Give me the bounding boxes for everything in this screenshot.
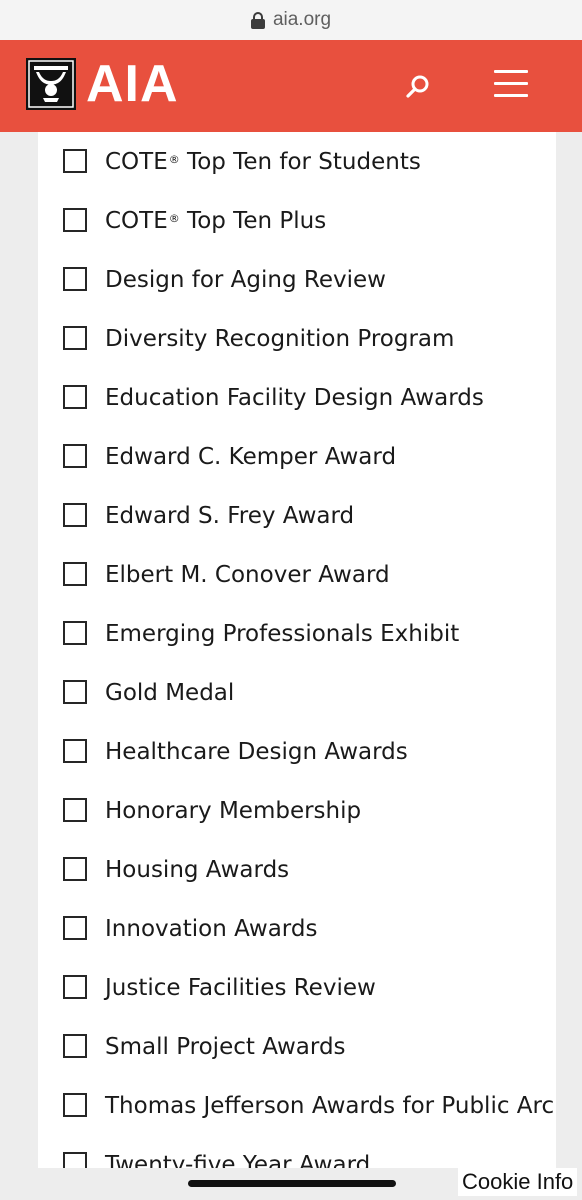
filter-label[interactable]: Small Project Awards <box>105 1033 346 1061</box>
filter-item[interactable]: Emerging Professionals Exhibit <box>38 604 556 663</box>
filter-item[interactable]: Healthcare Design Awards <box>38 722 556 781</box>
filter-checkbox[interactable] <box>63 444 87 468</box>
filter-checkbox[interactable] <box>63 385 87 409</box>
browser-url-bar[interactable]: aia.org <box>0 0 582 40</box>
filter-label[interactable]: Edward S. Frey Award <box>105 502 354 530</box>
filter-item[interactable]: Small Project Awards <box>38 1017 556 1076</box>
filter-checkbox[interactable] <box>63 680 87 704</box>
filter-checkbox[interactable] <box>63 326 87 350</box>
lock-icon <box>250 12 265 29</box>
filter-item[interactable]: Twenty-five Year Award <box>38 1135 556 1168</box>
filter-label[interactable]: Diversity Recognition Program <box>105 325 454 353</box>
filter-label[interactable]: Emerging Professionals Exhibit <box>105 620 459 648</box>
filter-label[interactable]: Gold Medal <box>105 679 234 707</box>
filter-label[interactable]: Design for Aging Review <box>105 266 386 294</box>
filter-label[interactable]: COTE® Top Ten for Students <box>105 148 421 176</box>
filter-item[interactable]: COTE® Top Ten for Students <box>38 132 556 191</box>
filter-label[interactable]: Elbert M. Conover Award <box>105 561 390 589</box>
filter-panel[interactable]: COTE® Top Ten for Students COTE® Top Ten … <box>38 132 556 1168</box>
aia-logo[interactable]: AIA <box>26 58 179 110</box>
filter-item[interactable]: Housing Awards <box>38 840 556 899</box>
filter-checkbox[interactable] <box>63 1152 87 1168</box>
filter-checkbox[interactable] <box>63 739 87 763</box>
filter-item[interactable]: Elbert M. Conover Award <box>38 545 556 604</box>
filter-checkbox[interactable] <box>63 208 87 232</box>
filter-item[interactable]: Education Facility Design Awards <box>38 368 556 427</box>
filter-item[interactable]: Gold Medal <box>38 663 556 722</box>
home-indicator <box>188 1180 396 1187</box>
hamburger-menu-icon[interactable] <box>494 70 528 98</box>
filter-label[interactable]: Housing Awards <box>105 856 289 884</box>
filter-label[interactable]: Education Facility Design Awards <box>105 384 484 412</box>
filter-label[interactable]: Healthcare Design Awards <box>105 738 408 766</box>
filter-item[interactable]: Honorary Membership <box>38 781 556 840</box>
filter-label[interactable]: Twenty-five Year Award <box>105 1151 370 1168</box>
site-header: AIA <box>0 40 582 132</box>
filter-item[interactable]: COTE® Top Ten Plus <box>38 191 556 250</box>
search-icon[interactable] <box>404 73 432 101</box>
filter-label[interactable]: Justice Facilities Review <box>105 974 376 1002</box>
cookie-info-link[interactable]: Cookie Info <box>458 1168 578 1196</box>
filter-item[interactable]: Justice Facilities Review <box>38 958 556 1017</box>
filter-label[interactable]: Edward C. Kemper Award <box>105 443 396 471</box>
url-text: aia.org <box>272 9 332 30</box>
filter-checkbox[interactable] <box>63 916 87 940</box>
logo-text: AIA <box>86 55 179 113</box>
filter-item[interactable]: Edward S. Frey Award <box>38 486 556 545</box>
filter-item[interactable]: Diversity Recognition Program <box>38 309 556 368</box>
filter-checkbox[interactable] <box>63 562 87 586</box>
filter-label[interactable]: Innovation Awards <box>105 915 317 943</box>
filter-label[interactable]: COTE® Top Ten Plus <box>105 207 326 235</box>
filter-label[interactable]: Honorary Membership <box>105 797 361 825</box>
filter-checkbox[interactable] <box>63 621 87 645</box>
filter-checkbox[interactable] <box>63 975 87 999</box>
filter-checkbox[interactable] <box>63 267 87 291</box>
filter-checkbox[interactable] <box>63 1093 87 1117</box>
filter-item[interactable]: Innovation Awards <box>38 899 556 958</box>
aia-logo-mark-icon <box>26 58 76 110</box>
filter-checkbox[interactable] <box>63 149 87 173</box>
filter-item[interactable]: Design for Aging Review <box>38 250 556 309</box>
filter-label[interactable]: Thomas Jefferson Awards for Public Archi… <box>105 1092 556 1120</box>
filter-item[interactable]: Edward C. Kemper Award <box>38 427 556 486</box>
filter-list: COTE® Top Ten for Students COTE® Top Ten … <box>38 132 556 1168</box>
filter-checkbox[interactable] <box>63 503 87 527</box>
filter-item[interactable]: Thomas Jefferson Awards for Public Archi… <box>38 1076 556 1135</box>
filter-checkbox[interactable] <box>63 798 87 822</box>
filter-checkbox[interactable] <box>63 1034 87 1058</box>
filter-checkbox[interactable] <box>63 857 87 881</box>
